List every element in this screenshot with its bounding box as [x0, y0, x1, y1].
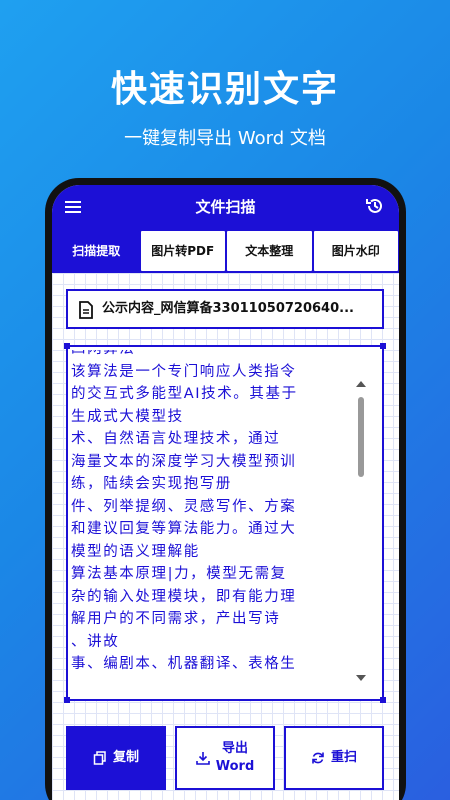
recognized-text: 四网算法该算法是一个专门响应人类指令的交互式多能型AI技术。其基于生成式大模型技…: [71, 350, 351, 676]
top-bar: 文件扫描: [52, 185, 399, 229]
tab-image-watermark[interactable]: 图片水印: [313, 231, 398, 271]
copy-button[interactable]: 复制: [66, 726, 166, 790]
text-line: 算法基本原理|力，模型无需复: [71, 566, 287, 582]
text-line: 术、自然语言处理技术，通过: [71, 431, 281, 447]
file-name: 公示内容_网信算备33011050720640...: [102, 301, 354, 316]
text-line: 事、编剧本、机器翻译、表格生: [71, 656, 297, 672]
text-line: 生成式大模型技: [71, 408, 184, 425]
text-line: 和建议回复等算法能力。通过大: [71, 521, 297, 537]
export-word-button[interactable]: 导出 Word: [175, 726, 275, 790]
export-label: 导出 Word: [216, 740, 255, 776]
export-label-line2: Word: [215, 759, 255, 774]
text-line: 海量文本的深度学习大模型预训: [71, 453, 297, 470]
scroll-up-arrow[interactable]: [356, 381, 366, 387]
text-line: 杂的输入处理模块，即有能力理: [71, 588, 297, 605]
recognized-text-area[interactable]: 四网算法该算法是一个专门响应人类指令的交互式多能型AI技术。其基于生成式大模型技…: [64, 343, 386, 703]
text-line: 的交互式多能型AI技术。其基于: [71, 386, 298, 402]
corner-marker: [64, 343, 70, 349]
download-icon: [195, 752, 210, 765]
document-icon: [79, 301, 93, 319]
app-screen: 文件扫描 扫描提取 图片转PDF 文本整理 图片水印 公示内容_网信算备3301…: [52, 185, 399, 800]
corner-marker: [64, 697, 70, 703]
promo-subline: 一键复制导出 Word 文档: [124, 128, 326, 149]
text-line: 该算法是一个专门响应人类指令: [71, 363, 297, 380]
scrollbar-thumb[interactable]: [358, 397, 364, 477]
promo-headline: 快速识别文字: [110, 69, 339, 110]
rescan-label: 重扫: [330, 750, 357, 765]
copy-icon: [93, 751, 106, 765]
text-line: 四网算法: [71, 350, 351, 361]
tab-text-organize[interactable]: 文本整理: [227, 231, 312, 271]
text-line: 、讲故: [71, 633, 120, 650]
copy-label: 复制: [112, 750, 139, 765]
app-title: 文件扫描: [195, 198, 256, 216]
export-label-line1: 导出: [221, 741, 248, 756]
text-viewport: 四网算法该算法是一个专门响应人类指令的交互式多能型AI技术。其基于生成式大模型技…: [71, 350, 351, 696]
text-line: 件、列举提纲、灵感写作、方案: [71, 498, 297, 515]
text-line: 模型的语义理解能: [71, 543, 200, 560]
tab-scan-extract[interactable]: 扫描提取: [54, 231, 139, 271]
refresh-icon: [312, 752, 324, 764]
tab-bar: 扫描提取 图片转PDF 文本整理 图片水印: [52, 229, 399, 273]
rescan-button[interactable]: 重扫: [284, 726, 384, 790]
corner-marker: [380, 697, 386, 703]
history-icon[interactable]: [365, 196, 385, 216]
tab-image-to-pdf[interactable]: 图片转PDF: [140, 231, 225, 271]
scroll-down-arrow[interactable]: [356, 675, 366, 681]
text-line: 解用户的不同需求，产出写诗: [71, 611, 281, 627]
text-line: 练，陆续会实现抱写册: [71, 476, 232, 492]
file-name-bar[interactable]: 公示内容_网信算备33011050720640...: [66, 289, 384, 329]
corner-marker: [380, 343, 386, 349]
